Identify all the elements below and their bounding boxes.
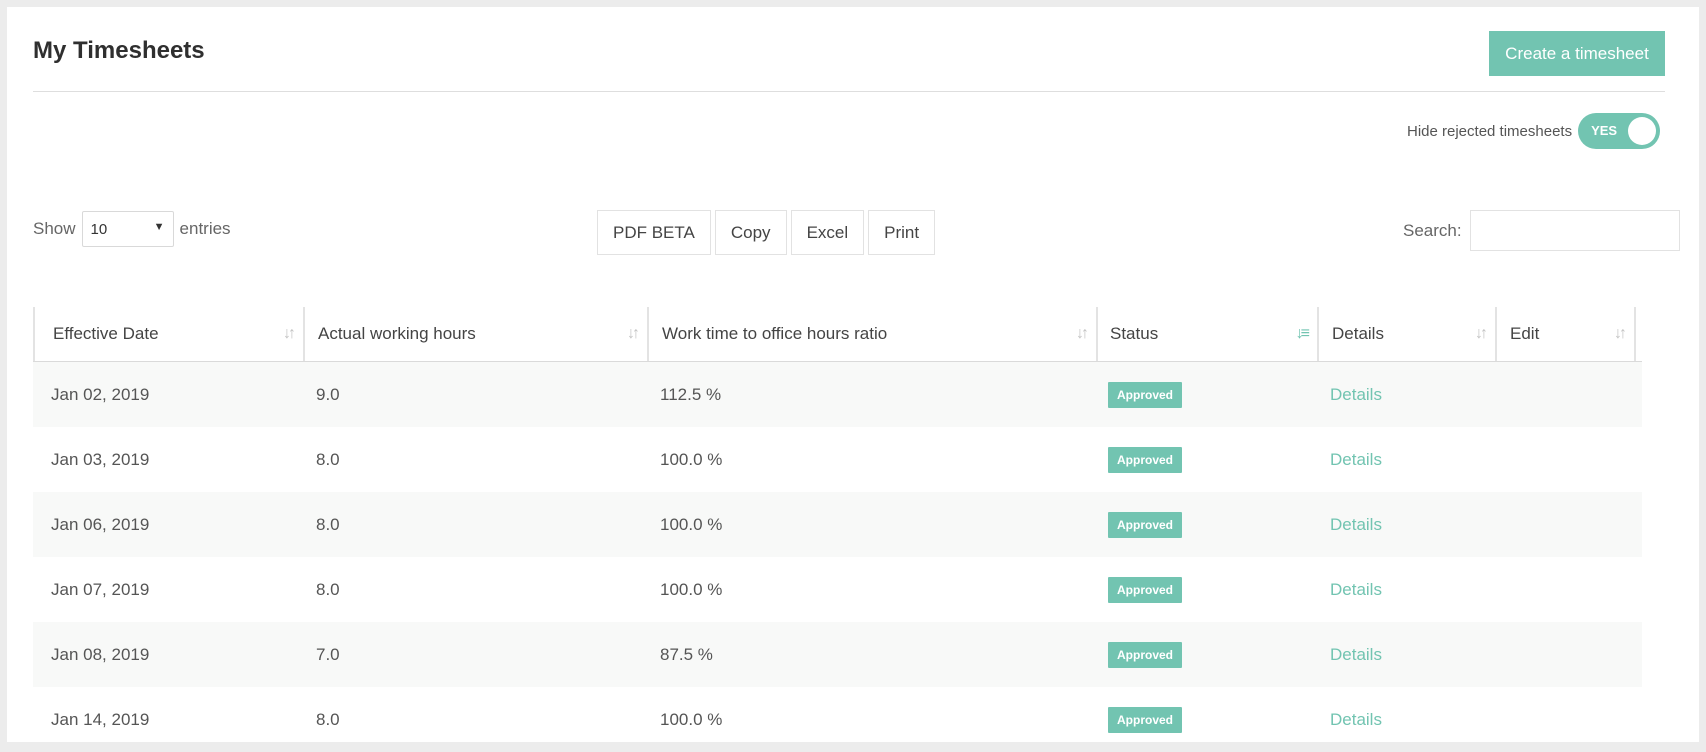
table-header: Effective Date ↓↑ Actual working hours ↓… <box>33 307 1642 362</box>
search-label: Search: <box>1403 220 1462 240</box>
cell-ratio: 100.0 % <box>660 514 723 534</box>
show-label: Show <box>33 219 76 238</box>
cell-status: Approved <box>1096 511 1317 538</box>
column-header-actual-hours[interactable]: Actual working hours ↓↑ <box>303 307 647 361</box>
cell-effective-date: Jan 14, 2019 <box>51 709 150 729</box>
cell-actual-hours: 9.0 <box>316 384 340 404</box>
cell-status: Approved <box>1096 706 1317 733</box>
header-divider <box>33 91 1665 92</box>
column-header-status[interactable]: Status ↓≡ <box>1096 307 1317 361</box>
details-link[interactable]: Details <box>1330 645 1382 664</box>
column-header-effective-date[interactable]: Effective Date ↓↑ <box>33 307 303 361</box>
cell-actual-hours: 8.0 <box>316 709 340 729</box>
pdf-button[interactable]: PDF BETA <box>597 210 711 255</box>
cell-ratio: 100.0 % <box>660 579 723 599</box>
cell-ratio: 100.0 % <box>660 449 723 469</box>
toggle-state-text: YES <box>1591 123 1618 138</box>
create-timesheet-button[interactable]: Create a timesheet <box>1489 31 1665 76</box>
table-row: Jan 07, 2019 8.0 100.0 % Approved Detail… <box>33 557 1642 622</box>
cell-effective-date: Jan 08, 2019 <box>51 644 150 664</box>
cell-details: Details <box>1317 580 1495 600</box>
column-header-ratio[interactable]: Work time to office hours ratio ↓↑ <box>647 307 1096 361</box>
details-link[interactable]: Details <box>1330 515 1382 534</box>
cell-actual-hours: 7.0 <box>316 644 340 664</box>
column-header-details[interactable]: Details ↓↑ <box>1317 307 1495 361</box>
column-header-edit[interactable]: Edit ↓↑ <box>1495 307 1636 361</box>
sort-icon: ↓↑ <box>283 325 296 342</box>
column-label: Work time to office hours ratio <box>662 324 888 343</box>
hide-rejected-toggle[interactable]: YES <box>1578 113 1661 149</box>
cell-effective-date: Jan 06, 2019 <box>51 514 150 534</box>
column-label: Actual working hours <box>318 324 476 343</box>
table-row: Jan 06, 2019 8.0 100.0 % Approved Detail… <box>33 492 1642 557</box>
table-row: Jan 03, 2019 8.0 100.0 % Approved Detail… <box>33 427 1642 492</box>
toggle-knob <box>1628 117 1657 145</box>
cell-details: Details <box>1317 645 1495 665</box>
status-badge: Approved <box>1108 706 1183 733</box>
cell-ratio: 100.0 % <box>660 709 723 729</box>
details-link[interactable]: Details <box>1330 580 1382 599</box>
cell-actual-hours: 8.0 <box>316 449 340 469</box>
status-badge: Approved <box>1108 511 1183 538</box>
cell-status: Approved <box>1096 446 1317 473</box>
status-badge: Approved <box>1108 381 1183 408</box>
hide-rejected-control: Hide rejected timesheets YES <box>1407 113 1661 149</box>
cell-details: Details <box>1317 450 1495 470</box>
column-label: Status <box>1110 324 1159 343</box>
sort-icon: ↓↑ <box>1475 325 1488 342</box>
caret-down-icon: ▼ <box>153 221 165 233</box>
entries-label: entries <box>179 219 231 238</box>
sort-icon: ↓↑ <box>1614 325 1627 342</box>
sort-icon: ↓↑ <box>627 325 640 342</box>
timesheets-table: Effective Date ↓↑ Actual working hours ↓… <box>33 307 1642 752</box>
hide-rejected-label: Hide rejected timesheets <box>1407 122 1573 140</box>
column-label: Edit <box>1510 324 1540 343</box>
status-badge: Approved <box>1108 446 1183 473</box>
sort-icon: ↓↑ <box>1076 325 1089 342</box>
details-link[interactable]: Details <box>1330 710 1382 729</box>
table-row: Jan 08, 2019 7.0 87.5 % Approved Details <box>33 622 1642 687</box>
excel-button[interactable]: Excel <box>790 210 865 255</box>
search-input[interactable] <box>1469 210 1680 251</box>
cell-effective-date: Jan 07, 2019 <box>51 579 150 599</box>
entries-select-value: 10 <box>90 220 108 238</box>
status-badge: Approved <box>1108 576 1183 603</box>
cell-status: Approved <box>1096 576 1317 603</box>
cell-details: Details <box>1317 710 1495 730</box>
cell-ratio: 112.5 % <box>660 384 722 404</box>
print-button[interactable]: Print <box>868 210 936 255</box>
column-label: Details <box>1332 324 1384 343</box>
sort-active-icon: ↓≡ <box>1295 325 1310 342</box>
cell-effective-date: Jan 03, 2019 <box>51 449 150 469</box>
export-buttons: PDF BETA Copy Excel Print <box>597 210 936 255</box>
status-badge: Approved <box>1108 641 1183 668</box>
cell-details: Details <box>1317 515 1495 535</box>
details-link[interactable]: Details <box>1330 450 1382 469</box>
details-link[interactable]: Details <box>1330 385 1382 404</box>
cell-actual-hours: 8.0 <box>316 514 340 534</box>
copy-button[interactable]: Copy <box>714 210 787 255</box>
cell-actual-hours: 8.0 <box>316 579 340 599</box>
table-row: Jan 14, 2019 8.0 100.0 % Approved Detail… <box>33 687 1642 752</box>
entries-length-control: Show 10 ▼ entries <box>33 211 231 247</box>
cell-ratio: 87.5 % <box>660 644 713 664</box>
page-title: My Timesheets <box>33 37 205 64</box>
cell-status: Approved <box>1096 641 1317 668</box>
search-control: Search: <box>1403 210 1680 251</box>
cell-status: Approved <box>1096 381 1317 408</box>
cell-effective-date: Jan 02, 2019 <box>51 384 150 404</box>
column-label: Effective Date <box>53 324 159 343</box>
cell-details: Details <box>1317 385 1495 405</box>
timesheets-panel: My Timesheets Create a timesheet Hide re… <box>7 7 1699 742</box>
entries-select[interactable]: 10 ▼ <box>81 211 174 247</box>
table-row: Jan 02, 2019 9.0 112.5 % Approved Detail… <box>33 362 1642 427</box>
